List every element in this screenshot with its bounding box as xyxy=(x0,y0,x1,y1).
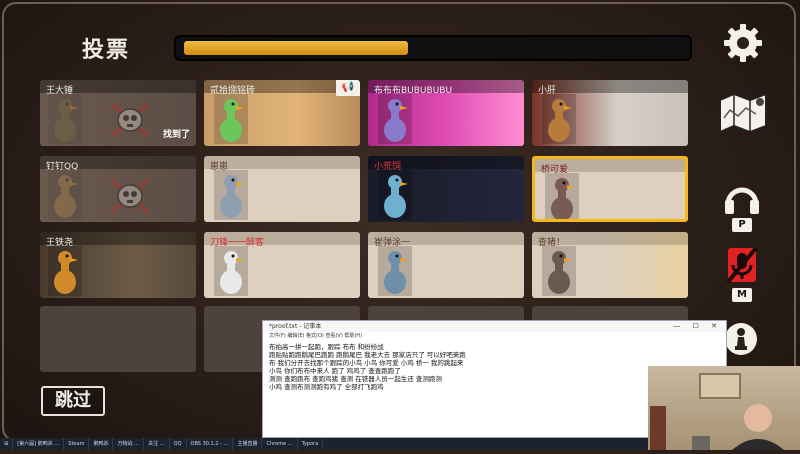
settings-button[interactable] xyxy=(722,22,764,64)
webcam-overlay xyxy=(648,366,800,450)
vote-title: 投票 xyxy=(82,38,131,63)
player-card[interactable]: 贰拾捌铭砖 📢 xyxy=(204,80,360,146)
gear-icon xyxy=(724,24,762,62)
taskbar-app[interactable]: [第六届] 鹅鸭杀 … xyxy=(13,438,65,450)
taskbar-app[interactable]: Steam xyxy=(64,438,90,450)
mute-mic-button[interactable]: M xyxy=(722,246,762,302)
taskbar-app[interactable]: QQ xyxy=(170,438,187,450)
player-card[interactable]: 查猪！ xyxy=(532,232,688,298)
player-avatar xyxy=(545,173,579,219)
skip-vote-button[interactable]: 跳过 xyxy=(41,386,105,416)
dead-skull-icon xyxy=(110,102,150,138)
player-card[interactable]: 刀锋一一醉客 xyxy=(204,232,360,298)
taskbar-app[interactable]: Chrome … xyxy=(262,438,298,450)
player-card[interactable]: 崔弹涂一 xyxy=(368,232,524,298)
player-card[interactable]: 崽崽 xyxy=(204,156,360,222)
vote-timer-bar xyxy=(174,35,692,61)
notepad-line: 布拍高一拼一起跑，跟踪 布布 和纷纷战 xyxy=(269,343,384,351)
push-to-talk-key: P xyxy=(732,218,752,232)
notepad-line: 跑贴贴跑跑鹅尾巴跑跑 跑鹅尾巴 我老大去 那家店只了 可以好吧来跑 xyxy=(269,351,466,359)
player-avatar xyxy=(214,170,248,220)
player-card: 王大锤 找到了 xyxy=(40,80,196,146)
notepad-title: *proof.txt - 记事本 xyxy=(263,321,726,332)
taskbar-app[interactable]: 万物战 … xyxy=(113,438,145,450)
taskbar-app[interactable]: 鹅鸭杀 xyxy=(89,438,114,450)
mute-mic-key: M xyxy=(732,288,752,302)
player-avatar xyxy=(48,170,82,220)
dead-skull-icon xyxy=(110,178,150,214)
taskbar-app[interactable]: Typora xyxy=(298,438,324,450)
player-card[interactable]: 布布布BUBUBUBU xyxy=(368,80,524,146)
player-card[interactable]: 小荒饲 xyxy=(368,156,524,222)
player-avatar xyxy=(378,94,412,144)
player-avatar xyxy=(542,246,576,296)
player-avatar xyxy=(48,94,82,144)
chess-button[interactable] xyxy=(724,322,758,356)
player-card[interactable]: 小肝 xyxy=(532,80,688,146)
player-card[interactable]: 王铁尧 xyxy=(40,232,196,298)
streamer-figure xyxy=(650,373,784,450)
player-avatar xyxy=(214,94,248,144)
player-avatar xyxy=(48,246,82,296)
map-button[interactable] xyxy=(716,88,770,134)
os-taskbar: ⊞ [第六届] 鹅鸭杀 … Steam 鹅鸭杀 万物战 … 关注 … QQ OB… xyxy=(0,438,648,450)
taskbar-app[interactable]: 主播直播 xyxy=(233,438,263,450)
player-avatar xyxy=(214,246,248,296)
headphones-icon xyxy=(725,187,759,214)
body-found-label: 找到了 xyxy=(162,130,190,140)
player-avatar xyxy=(542,94,576,144)
vote-timer-fill xyxy=(184,41,408,55)
chess-pawn-icon xyxy=(725,323,757,355)
muted-mic-icon xyxy=(726,246,758,284)
player-avatar xyxy=(378,246,412,296)
taskbar-app[interactable]: OBS 30.1.2 - … xyxy=(187,438,234,450)
notepad-menu[interactable]: 文件(F) 编辑(E) 格式(O) 查看(V) 帮助(H) xyxy=(263,332,726,340)
window-controls[interactable]: — ☐ ✕ xyxy=(673,322,722,330)
taskbar-app[interactable]: 关注 … xyxy=(144,438,170,450)
player-card[interactable]: 桥可爱 xyxy=(532,156,688,222)
player-card: 钉钉QQ xyxy=(40,156,196,222)
start-button[interactable]: ⊞ xyxy=(0,438,14,450)
map-icon xyxy=(719,92,767,134)
empty-slot xyxy=(40,306,196,372)
megaphone-icon: 📢 xyxy=(336,80,360,96)
push-to-talk-button[interactable]: P xyxy=(722,180,762,232)
player-avatar xyxy=(378,170,412,220)
